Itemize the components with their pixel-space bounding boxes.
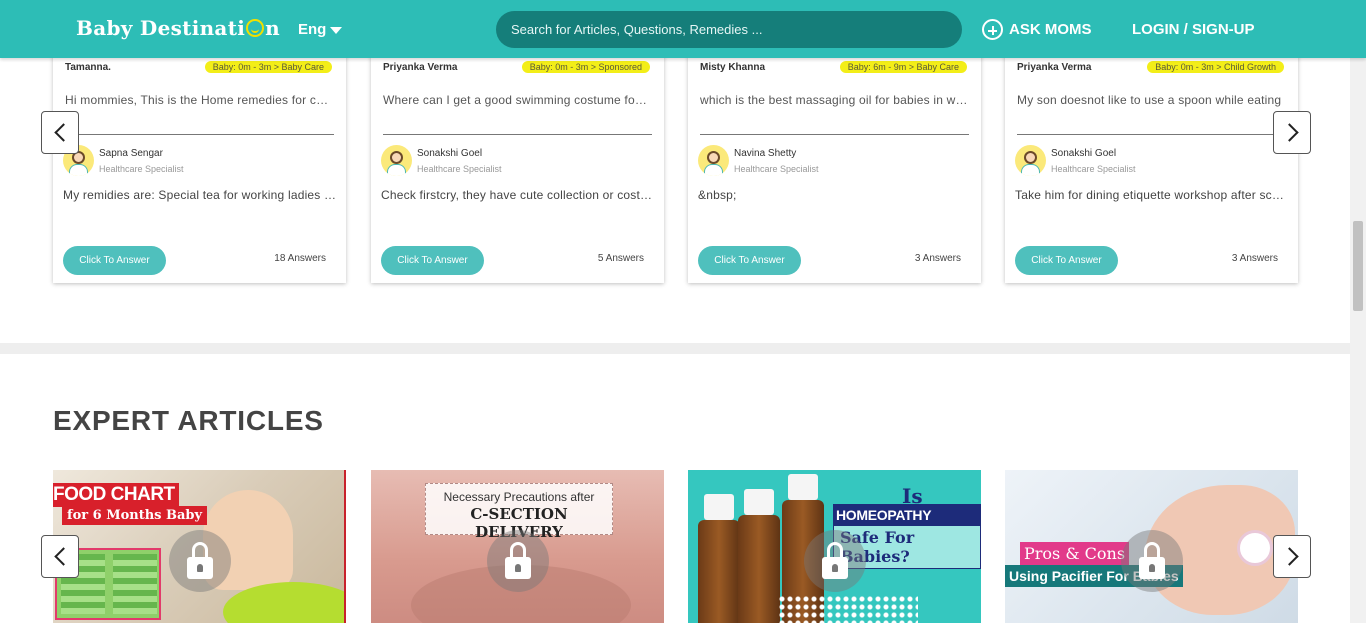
question-text[interactable]: My son doesnot like to use a spoon while…	[1017, 93, 1285, 107]
question-card[interactable]: Tamanna. Baby: 0m - 3m > Baby Care Hi mo…	[53, 40, 346, 283]
search-input[interactable]	[496, 11, 962, 48]
answer-count[interactable]: 5 Answers	[598, 253, 644, 264]
section-separator	[0, 343, 1350, 354]
divider	[1017, 134, 1286, 135]
question-card[interactable]: Priyanka Verma Baby: 0m - 3m > Child Gro…	[1005, 40, 1298, 283]
click-to-answer-button[interactable]: Click To Answer	[698, 246, 801, 275]
lock-icon	[803, 530, 866, 592]
question-card[interactable]: Priyanka Verma Baby: 0m - 3m > Sponsored…	[371, 40, 664, 283]
article-card[interactable]: Necessary Precautions after C-SECTION DE…	[371, 470, 664, 623]
top-navbar: Baby Destinatin Eng ASK MOMS LOGIN / SIG…	[0, 0, 1366, 58]
expert-name: Sapna Sengar	[99, 148, 163, 159]
lock-icon	[486, 530, 549, 592]
question-card[interactable]: Misty Khanna Baby: 6m - 9m > Baby Care w…	[688, 40, 981, 283]
brand-logo[interactable]: Baby Destinati n	[76, 16, 280, 40]
language-selector[interactable]: Eng	[298, 21, 343, 38]
chevron-left-icon	[53, 123, 73, 142]
scrollbar-thumb[interactable]	[1353, 221, 1363, 311]
lock-icon	[1120, 530, 1183, 592]
expert-role: Healthcare Specialist	[734, 164, 819, 174]
section-title: EXPERT ARTICLES	[53, 405, 324, 436]
ask-moms-button[interactable]: ASK MOMS	[982, 19, 1092, 40]
expert-name: Navina Shetty	[734, 148, 797, 159]
article-card[interactable]: Pros & Cons Using Pacifier For Babies	[1005, 470, 1298, 623]
category-tag[interactable]: Baby: 0m - 3m > Sponsored	[521, 61, 650, 73]
answer-preview: Take him for dining etiquette workshop a…	[1015, 188, 1289, 202]
expert-avatar	[381, 145, 412, 176]
question-text[interactable]: which is the best massaging oil for babi…	[700, 93, 968, 107]
plus-circle-icon	[982, 19, 1003, 40]
questions-next-button[interactable]	[1273, 111, 1311, 154]
article-title-line: FOOD CHART	[53, 483, 179, 507]
asker-name: Priyanka Verma	[1017, 62, 1092, 73]
page-scrollbar[interactable]	[1350, 58, 1366, 623]
category-tag[interactable]: Baby: 0m - 3m > Baby Care	[204, 61, 332, 73]
chevron-left-icon	[53, 547, 73, 566]
expert-avatar	[1015, 145, 1046, 176]
article-card[interactable]: FOOD CHART for 6 Months Baby	[53, 470, 346, 623]
chevron-down-icon	[330, 26, 343, 34]
answer-preview: My remidies are: Special tea for working…	[63, 188, 337, 202]
question-text[interactable]: Where can I get a good swimming costume …	[383, 93, 651, 107]
click-to-answer-button[interactable]: Click To Answer	[63, 246, 166, 275]
questions-prev-button[interactable]	[41, 111, 79, 154]
article-title-line: Necessary Precautions after	[443, 490, 595, 504]
chevron-right-icon	[1279, 123, 1299, 142]
expert-name: Sonakshi Goel	[1051, 148, 1117, 159]
language-label: Eng	[298, 21, 327, 38]
articles-next-button[interactable]	[1273, 535, 1311, 578]
lock-icon	[168, 530, 231, 592]
asker-name: Misty Khanna	[700, 62, 766, 73]
article-card[interactable]: Is HOMEOPATHY MEDICINE Safe For Babies?	[688, 470, 981, 623]
medicine-bottle-image	[738, 489, 780, 623]
answer-count[interactable]: 3 Answers	[1232, 253, 1278, 264]
expert-avatar	[698, 145, 729, 176]
answer-preview: &nbsp;	[698, 188, 737, 202]
ask-moms-label: ASK MOMS	[1009, 21, 1092, 38]
smiley-logo-icon	[246, 19, 265, 37]
category-tag[interactable]: Baby: 6m - 9m > Baby Care	[839, 61, 967, 73]
expert-name: Sonakshi Goel	[417, 148, 483, 159]
expert-role: Healthcare Specialist	[1051, 164, 1136, 174]
login-signup-link[interactable]: LOGIN / SIGN-UP	[1132, 21, 1255, 38]
article-subtitle-line: for 6 Months Baby	[62, 506, 208, 525]
asker-name: Tamanna.	[65, 62, 111, 73]
answer-count[interactable]: 18 Answers	[274, 253, 326, 264]
article-title-box: Necessary Precautions after C-SECTION DE…	[425, 483, 613, 541]
expert-role: Healthcare Specialist	[417, 164, 502, 174]
answer-preview: Check firstcry, they have cute collectio…	[381, 188, 655, 202]
divider	[700, 134, 969, 135]
chevron-right-icon	[1279, 547, 1299, 566]
question-text[interactable]: Hi mommies, This is the Home remedies fo…	[65, 93, 333, 107]
expert-role: Healthcare Specialist	[99, 164, 184, 174]
click-to-answer-button[interactable]: Click To Answer	[381, 246, 484, 275]
article-title-line: Pros & Cons	[1020, 542, 1130, 565]
answer-count[interactable]: 3 Answers	[915, 253, 961, 264]
click-to-answer-button[interactable]: Click To Answer	[1015, 246, 1118, 275]
articles-prev-button[interactable]	[41, 535, 79, 578]
category-tag[interactable]: Baby: 0m - 3m > Child Growth	[1147, 61, 1284, 73]
divider	[383, 134, 652, 135]
divider	[65, 134, 334, 135]
pacifier-image	[1237, 530, 1273, 566]
asker-name: Priyanka Verma	[383, 62, 458, 73]
medicine-bottle-image	[698, 494, 740, 623]
